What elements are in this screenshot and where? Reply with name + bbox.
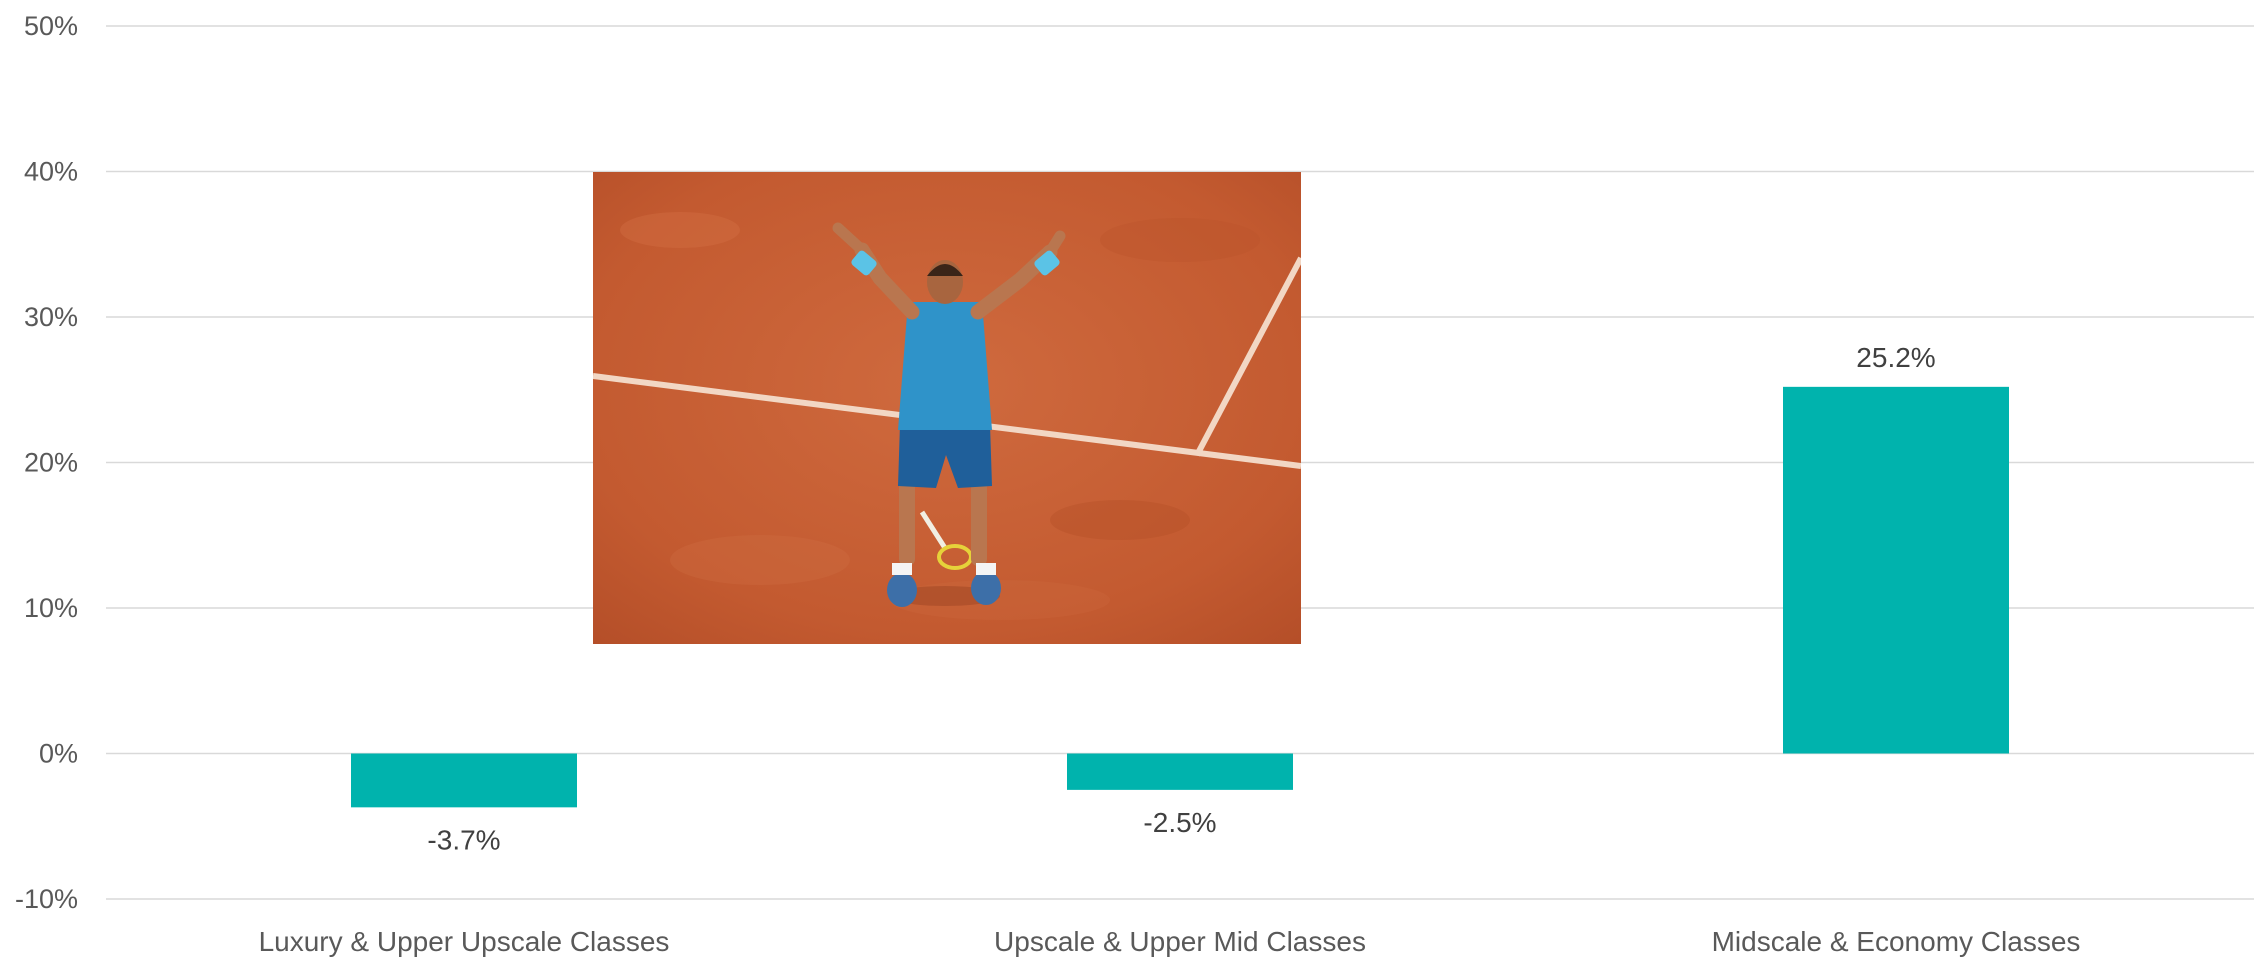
tennis-player-photo [593, 172, 1301, 644]
data-label: 25.2% [1856, 342, 1935, 373]
y-tick-label: 30% [24, 302, 78, 332]
y-tick-label: 10% [24, 593, 78, 623]
category-label: Upscale & Upper Mid Classes [994, 926, 1366, 957]
category-label: Luxury & Upper Upscale Classes [259, 926, 670, 957]
y-tick-label: 40% [24, 157, 78, 187]
y-tick-label: -10% [15, 884, 78, 914]
bar [351, 753, 577, 808]
y-tick-label: 20% [24, 448, 78, 478]
x-axis-category-labels: Luxury & Upper Upscale Classes Upscale & … [259, 926, 2081, 957]
data-label: -3.7% [427, 824, 500, 855]
bar [1067, 753, 1293, 790]
category-label: Midscale & Economy Classes [1712, 926, 2081, 957]
data-label: -2.5% [1143, 807, 1216, 838]
bar [1783, 386, 2009, 754]
bar-chart: -10% 0% 10% 20% 30% 40% 50% -3.7% -2.5% 25.2% Lu… [15, 11, 2254, 957]
y-tick-label: 50% [24, 11, 78, 41]
y-axis-tick-labels: -10% 0% 10% 20% 30% 40% 50% [15, 11, 78, 914]
y-tick-label: 0% [39, 739, 78, 769]
